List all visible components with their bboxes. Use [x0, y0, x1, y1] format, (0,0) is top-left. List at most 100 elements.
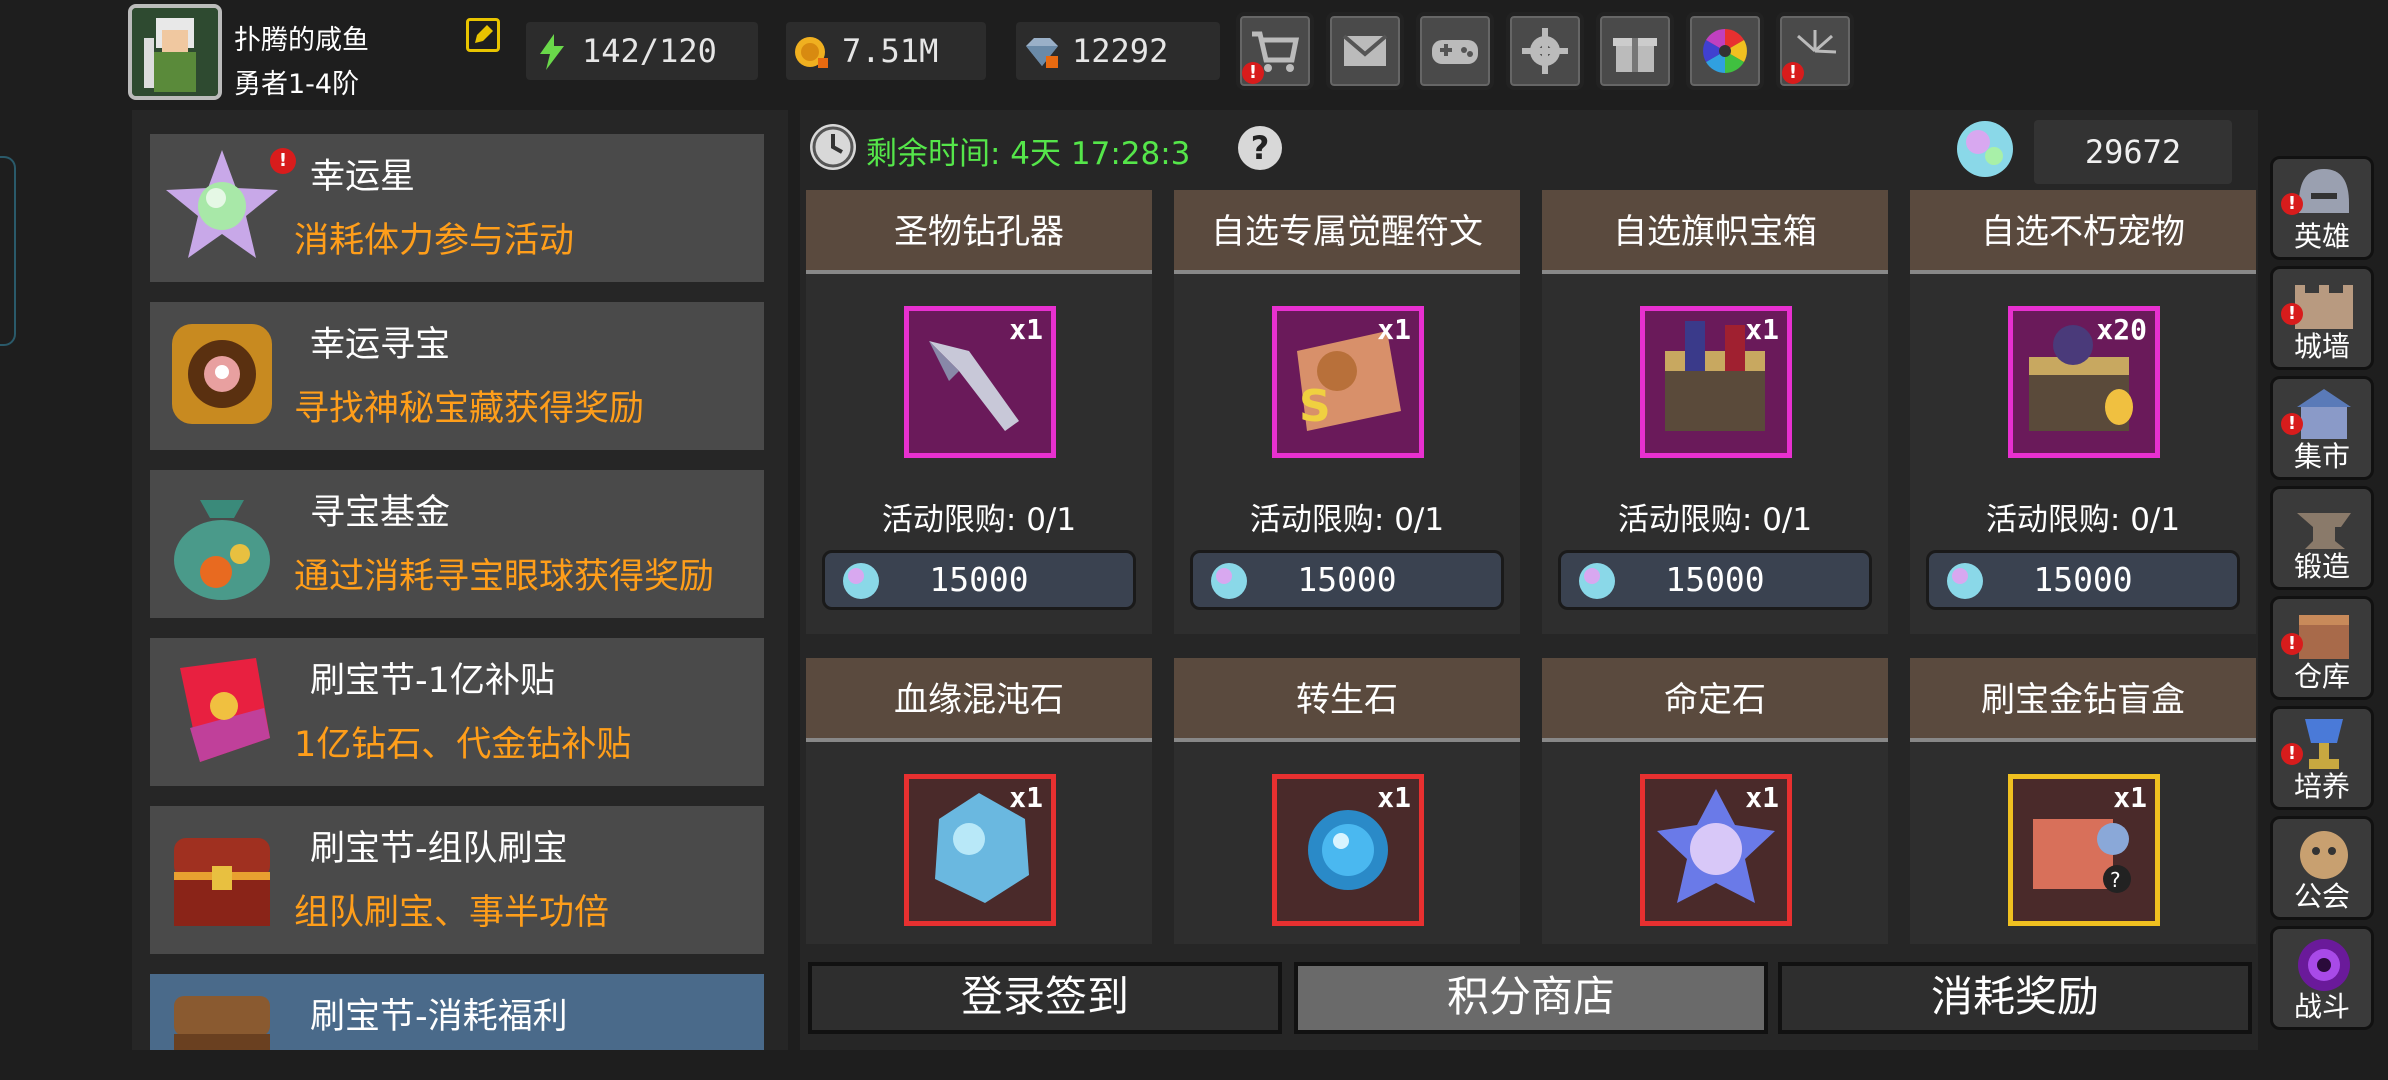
shop-item-card: 转生石 x1 — [1174, 658, 1520, 944]
item-slot[interactable]: x1 — [1640, 774, 1792, 926]
alert-badge: ! — [2281, 633, 2303, 655]
nav-warehouse[interactable]: ! 仓库 — [2270, 596, 2374, 700]
money-bag-icon — [174, 500, 270, 600]
gift-button[interactable] — [1596, 12, 1674, 90]
purchase-limit: 活动限购: 0/1 — [1617, 502, 1813, 538]
item-slot[interactable]: x1 — [1272, 774, 1424, 926]
nav-battle[interactable]: 战斗 — [2270, 926, 2374, 1030]
item-slot[interactable]: x20 — [2008, 306, 2160, 458]
treasure-medallion-icon — [172, 324, 272, 424]
item-quantity: x1 — [1009, 313, 1043, 346]
shop-item-card: 自选不朽宠物 x20 活动限购: 0/1 15000 — [1910, 190, 2256, 634]
item-slot[interactable]: x1 — [904, 774, 1056, 926]
nav-label: 培养 — [2293, 770, 2350, 803]
points-gem-icon — [1957, 121, 2013, 177]
player-avatar[interactable] — [128, 4, 222, 100]
diamond-icon — [1026, 38, 1058, 68]
item-slot[interactable]: x1 — [1640, 306, 1792, 458]
tab-points-shop[interactable]: 积分商店 — [1294, 962, 1768, 1034]
event-title: 幸运星 — [310, 157, 416, 197]
top-bar: 扑腾的咸鱼 勇者1-4阶 142/120 7.51M 12292 ! ! — [128, 4, 1854, 104]
svg-text:?: ? — [2110, 868, 2121, 892]
nav-label: 集市 — [2293, 440, 2350, 473]
remaining-time: 剩余时间: 4天 17:28:3 — [866, 136, 1191, 172]
help-icon[interactable]: ? — [1238, 126, 1282, 170]
mail-button[interactable] — [1326, 12, 1404, 90]
edit-name-icon[interactable] — [466, 18, 500, 52]
shop-item-card: 自选专属觉醒符文 S x1 活动限购: 0/1 15000 — [1174, 190, 1520, 634]
gamepad-button[interactable] — [1416, 12, 1494, 90]
tab-consume-rewards[interactable]: 消耗奖励 — [1778, 962, 2252, 1034]
nav-guild[interactable]: 公会 — [2270, 816, 2374, 920]
event-item-treasure-fund[interactable]: 寻宝基金 通过消耗寻宝眼球获得奖励 — [150, 470, 764, 618]
item-name: 命定石 — [1542, 658, 1888, 742]
nav-cultivate[interactable]: ! 培养 — [2270, 706, 2374, 810]
item-slot[interactable]: S x1 — [1272, 306, 1424, 458]
item-name: 刷宝金钻盲盒 — [1910, 658, 2256, 742]
points-gem-icon — [843, 563, 879, 599]
item-price: 15000 — [929, 560, 1029, 599]
gold-coin-icon — [795, 37, 828, 68]
shop-cart-button[interactable]: ! — [1236, 12, 1314, 90]
fireworks-button[interactable]: ! — [1776, 12, 1854, 90]
item-slot[interactable]: ? x1 — [2008, 774, 2160, 926]
event-item-lucky-star[interactable]: ! 幸运星 消耗体力参与活动 — [150, 134, 764, 282]
lucky-star-icon — [166, 150, 278, 258]
points-balance: 29672 — [2034, 120, 2232, 184]
item-slot[interactable]: x1 — [904, 306, 1056, 458]
bottom-tab-bar: 登录签到 积分商店 消耗奖励 — [800, 962, 2258, 1034]
diamond-value: 12292 — [1072, 32, 1169, 70]
alert-badge: ! — [270, 148, 296, 174]
item-quantity: x1 — [1745, 313, 1779, 346]
alert-badge: ! — [2281, 303, 2303, 325]
mail-icon — [1342, 34, 1388, 66]
item-name: 血缘混沌石 — [806, 658, 1152, 742]
item-price: 15000 — [1297, 560, 1397, 599]
item-price: 15000 — [2033, 560, 2133, 599]
item-name: 自选旗帜宝箱 — [1542, 190, 1888, 274]
event-title: 幸运寻宝 — [310, 325, 451, 365]
item-name: 自选不朽宠物 — [1910, 190, 2256, 274]
color-wheel-button[interactable] — [1686, 12, 1764, 90]
settings-button[interactable] — [1506, 12, 1584, 90]
event-list: ! 幸运星 消耗体力参与活动 幸运寻宝 寻找神秘宝藏获得奖励 寻宝基金 通过消耗… — [132, 110, 788, 1050]
alert-badge: ! — [2281, 193, 2303, 215]
buy-button[interactable]: 15000 — [1926, 550, 2240, 610]
event-title: 寻宝基金 — [310, 493, 451, 533]
gamepad-icon — [1432, 40, 1478, 64]
buy-button[interactable]: 15000 — [822, 550, 1136, 610]
item-quantity: x1 — [1745, 781, 1779, 814]
svg-text:S: S — [1299, 381, 1331, 432]
alert-badge: ! — [2281, 743, 2303, 765]
event-desc: 消耗体力参与活动 — [294, 221, 575, 261]
item-quantity: x1 — [1377, 781, 1411, 814]
player-name: 扑腾的咸鱼 — [234, 25, 369, 56]
clock-icon — [810, 124, 856, 170]
event-item-lucky-treasure[interactable]: 幸运寻宝 寻找神秘宝藏获得奖励 — [150, 302, 764, 450]
nav-forge[interactable]: 锻造 — [2270, 486, 2374, 590]
lightning-icon — [540, 34, 564, 70]
event-desc: 寻找神秘宝藏获得奖励 — [294, 389, 645, 429]
shop-item-card: 圣物钻孔器 x1 活动限购: 0/1 15000 — [806, 190, 1152, 634]
nav-market[interactable]: ! 集市 — [2270, 376, 2374, 480]
points-shop-panel: 剩余时间: 4天 17:28:3 ? 29672 圣物钻孔器 x1 活动限购: … — [800, 110, 2258, 1050]
nav-label: 仓库 — [2293, 660, 2350, 693]
top-icon-bar: ! ! — [1236, 12, 1854, 90]
alert-badge: ! — [2281, 413, 2303, 435]
event-item-team-farm[interactable]: 刷宝节-组队刷宝 组队刷宝、事半功倍 — [150, 806, 764, 954]
nav-label: 锻造 — [2293, 550, 2350, 583]
open-chest-icon — [174, 996, 270, 1050]
tab-login-checkin[interactable]: 登录签到 — [808, 962, 1282, 1034]
event-item-consume-welfare[interactable]: 刷宝节-消耗福利 — [150, 974, 764, 1050]
event-item-subsidy[interactable]: 刷宝节-1亿补贴 1亿钻石、代金钻补贴 — [150, 638, 764, 786]
nav-city-wall[interactable]: ! 城墙 — [2270, 266, 2374, 370]
buy-button[interactable]: 15000 — [1190, 550, 1504, 610]
event-title: 刷宝节-消耗福利 — [310, 997, 568, 1037]
event-desc: 通过消耗寻宝眼球获得奖励 — [294, 557, 715, 597]
buy-button[interactable]: 15000 — [1558, 550, 1872, 610]
gold-resource: 7.51M — [786, 22, 986, 80]
nav-label: 战斗 — [2293, 990, 2350, 1023]
points-gem-icon — [1947, 563, 1983, 599]
nav-hero[interactable]: ! 英雄 — [2270, 156, 2374, 260]
item-name: 圣物钻孔器 — [806, 190, 1152, 274]
